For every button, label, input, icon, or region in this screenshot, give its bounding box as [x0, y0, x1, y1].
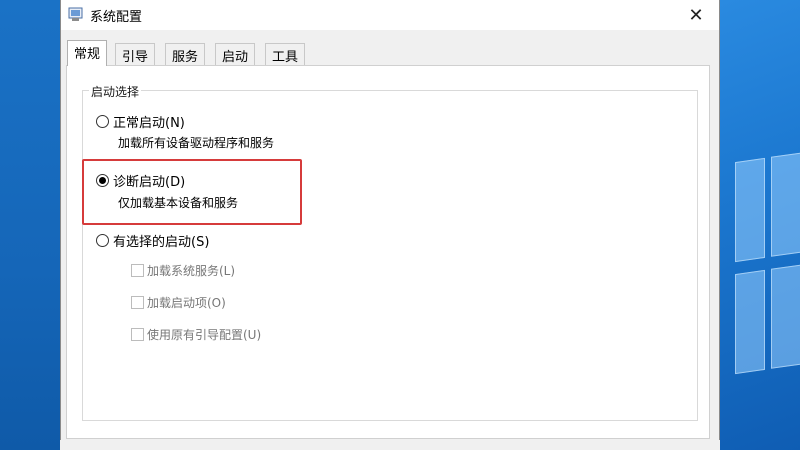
selective-startup-radio[interactable]: 有选择的启动(S)	[96, 231, 209, 250]
windows-logo-wallpaper	[735, 151, 800, 380]
tab-strip: 常规 引导 服务 启动 工具	[67, 40, 707, 66]
highlight-box	[82, 159, 302, 225]
radio-button[interactable]	[96, 115, 109, 128]
tab-general[interactable]: 常规	[67, 40, 108, 66]
title-bar[interactable]: 系统配置 ✕	[61, 0, 719, 30]
close-icon: ✕	[688, 4, 704, 26]
checkbox-label: 加载系统服务(L)	[147, 264, 236, 278]
radio-label: 正常启动(N)	[113, 116, 185, 131]
tab-label: 工具	[272, 50, 299, 65]
group-label: 启动选择	[89, 83, 142, 100]
msconfig-icon	[68, 6, 84, 22]
load-startup-items-checkbox[interactable]: 加载启动项(O)	[131, 294, 226, 311]
use-original-boot-config-checkbox[interactable]: 使用原有引导配置(U)	[131, 326, 261, 343]
checkbox-label: 加载启动项(O)	[147, 296, 226, 310]
tab-services[interactable]: 服务	[165, 43, 206, 65]
window-title: 系统配置	[90, 10, 143, 25]
checkbox[interactable]	[131, 296, 144, 309]
tab-label: 常规	[74, 47, 101, 62]
tab-label: 启动	[222, 50, 249, 65]
load-system-services-checkbox[interactable]: 加载系统服务(L)	[131, 262, 235, 279]
tab-startup[interactable]: 启动	[215, 43, 256, 65]
tab-tools[interactable]: 工具	[265, 43, 306, 65]
checkbox-label: 使用原有引导配置(U)	[147, 328, 262, 342]
tab-label: 引导	[122, 50, 149, 65]
desktop-background-left	[0, 0, 60, 450]
option-description: 加载所有设备驱动程序和服务	[118, 136, 275, 150]
radio-label: 有选择的启动(S)	[113, 235, 210, 250]
checkbox[interactable]	[131, 328, 144, 341]
checkbox[interactable]	[131, 264, 144, 277]
window-bottom-area	[60, 440, 720, 450]
tab-label: 服务	[172, 50, 199, 65]
tab-boot[interactable]: 引导	[115, 43, 156, 65]
normal-startup-radio[interactable]: 正常启动(N)	[96, 112, 185, 131]
close-button[interactable]: ✕	[673, 0, 719, 30]
radio-button[interactable]	[96, 234, 109, 247]
